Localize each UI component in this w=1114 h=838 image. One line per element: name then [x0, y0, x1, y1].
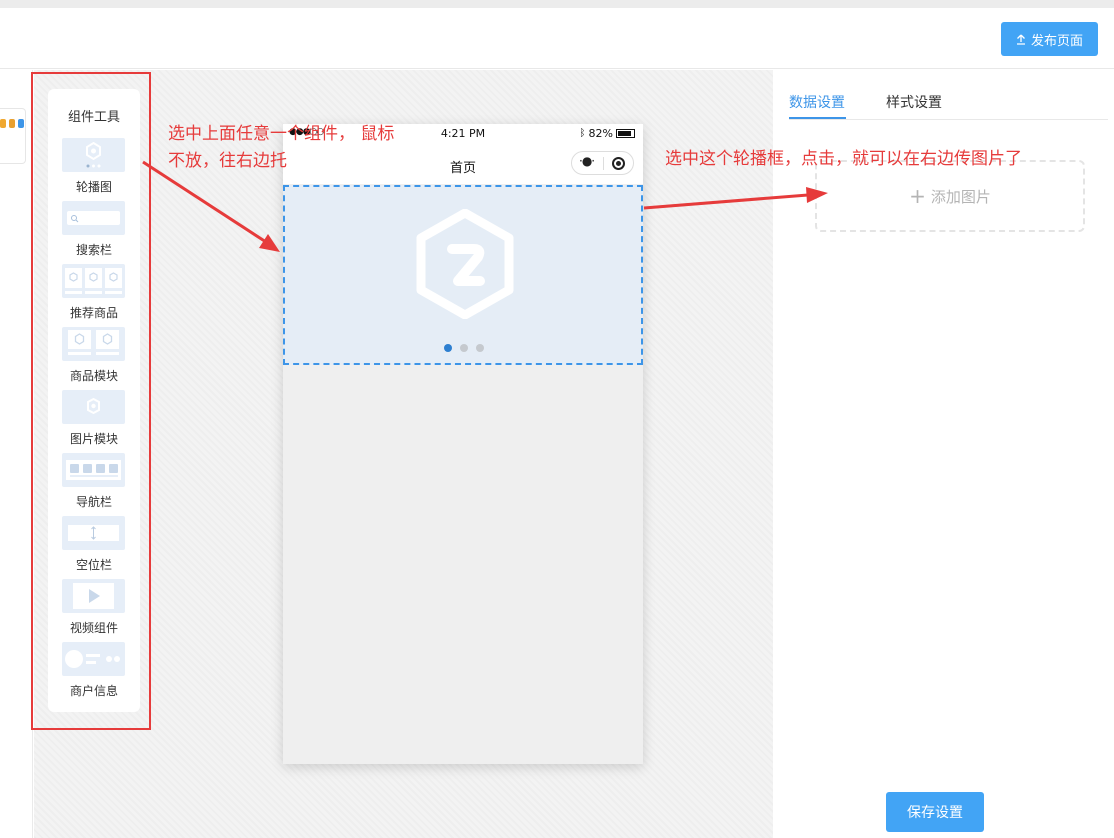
- blue-chip-icon: [18, 119, 24, 128]
- top-strip: [0, 0, 1114, 8]
- phone-preview: ●●●○○ 4:21 PM ᛒ 82% 首页 ·●·: [283, 124, 643, 764]
- tool-product-module[interactable]: 商品模块: [48, 327, 140, 387]
- carousel-dots: [444, 344, 484, 352]
- battery-icon: [616, 129, 635, 138]
- tool-label: 视频组件: [69, 621, 118, 635]
- tool-label: 推荐商品: [69, 306, 118, 320]
- publish-page-button[interactable]: 发布页面: [1001, 22, 1098, 56]
- tool-label: 轮播图: [75, 180, 112, 194]
- add-image-label: 添加图片: [930, 187, 991, 206]
- image-module-icon: [62, 390, 125, 424]
- tool-label: 导航栏: [75, 495, 112, 509]
- tool-nav-bar[interactable]: 导航栏: [48, 453, 140, 513]
- more-dots-icon[interactable]: ·●·: [579, 154, 595, 168]
- tool-label: 搜索栏: [75, 243, 112, 257]
- capsule-divider: [603, 157, 604, 170]
- close-target-icon[interactable]: [612, 157, 625, 170]
- tool-image-module[interactable]: 图片模块: [48, 390, 140, 450]
- tab-data-settings[interactable]: 数据设置: [789, 92, 845, 112]
- save-settings-button[interactable]: 保存设置: [886, 792, 984, 832]
- orange-chip-icon: [0, 119, 6, 128]
- merchant-info-icon: [62, 642, 125, 676]
- component-toolbox: 组件工具 轮播图 搜索栏 推荐商品 商品模块 图片模块 导航栏 空位栏 视频组件…: [48, 89, 140, 712]
- left-edge-panel: [0, 70, 33, 838]
- product-module-icon: [62, 327, 125, 361]
- carousel-dot[interactable]: [476, 344, 484, 352]
- add-image-button[interactable]: + 添加图片: [815, 160, 1085, 232]
- tool-spacer[interactable]: 空位栏: [48, 516, 140, 576]
- carousel-dot[interactable]: [444, 344, 452, 352]
- spacer-icon: [62, 516, 125, 550]
- search-bar-icon: [62, 201, 125, 235]
- tool-label: 空位栏: [75, 558, 112, 572]
- phone-nav-bar: 首页 ·●·: [283, 144, 643, 184]
- tool-carousel[interactable]: 轮播图: [48, 138, 140, 198]
- carousel-icon: [62, 138, 125, 172]
- nav-bar-icon: [62, 453, 125, 487]
- tool-label: 商户信息: [69, 684, 118, 698]
- tool-merchant-info[interactable]: 商户信息: [48, 642, 140, 702]
- toolbox-title: 组件工具: [67, 110, 120, 125]
- carousel-placeholder-logo-icon: [416, 209, 514, 319]
- battery-percent: 82%: [588, 127, 613, 140]
- orange-chip-icon: [9, 119, 15, 128]
- tool-label: 商品模块: [69, 369, 118, 383]
- battery-indicator: ᛒ 82%: [580, 127, 635, 140]
- tool-video[interactable]: 视频组件: [48, 579, 140, 639]
- collapsed-side-card[interactable]: [0, 108, 26, 164]
- tool-search-bar[interactable]: 搜索栏: [48, 201, 140, 261]
- top-header: 发布页面: [0, 8, 1114, 69]
- recommended-products-icon: [62, 264, 125, 298]
- tabs-divider: [789, 119, 1108, 120]
- upload-icon: [1016, 34, 1025, 45]
- miniprogram-capsule[interactable]: ·●·: [571, 151, 634, 175]
- tab-style-settings[interactable]: 样式设置: [886, 92, 942, 112]
- carousel-component[interactable]: [283, 185, 643, 365]
- video-icon: [62, 579, 125, 613]
- carousel-dot[interactable]: [460, 344, 468, 352]
- active-tab-underline: [789, 117, 846, 119]
- tool-recommended-products[interactable]: 推荐商品: [48, 264, 140, 324]
- tool-label: 图片模块: [69, 432, 118, 446]
- plus-icon: +: [909, 184, 926, 208]
- publish-page-label: 发布页面: [1030, 33, 1083, 49]
- bluetooth-icon: ᛒ: [579, 128, 586, 139]
- phone-status-bar: ●●●○○ 4:21 PM ᛒ 82%: [283, 124, 643, 144]
